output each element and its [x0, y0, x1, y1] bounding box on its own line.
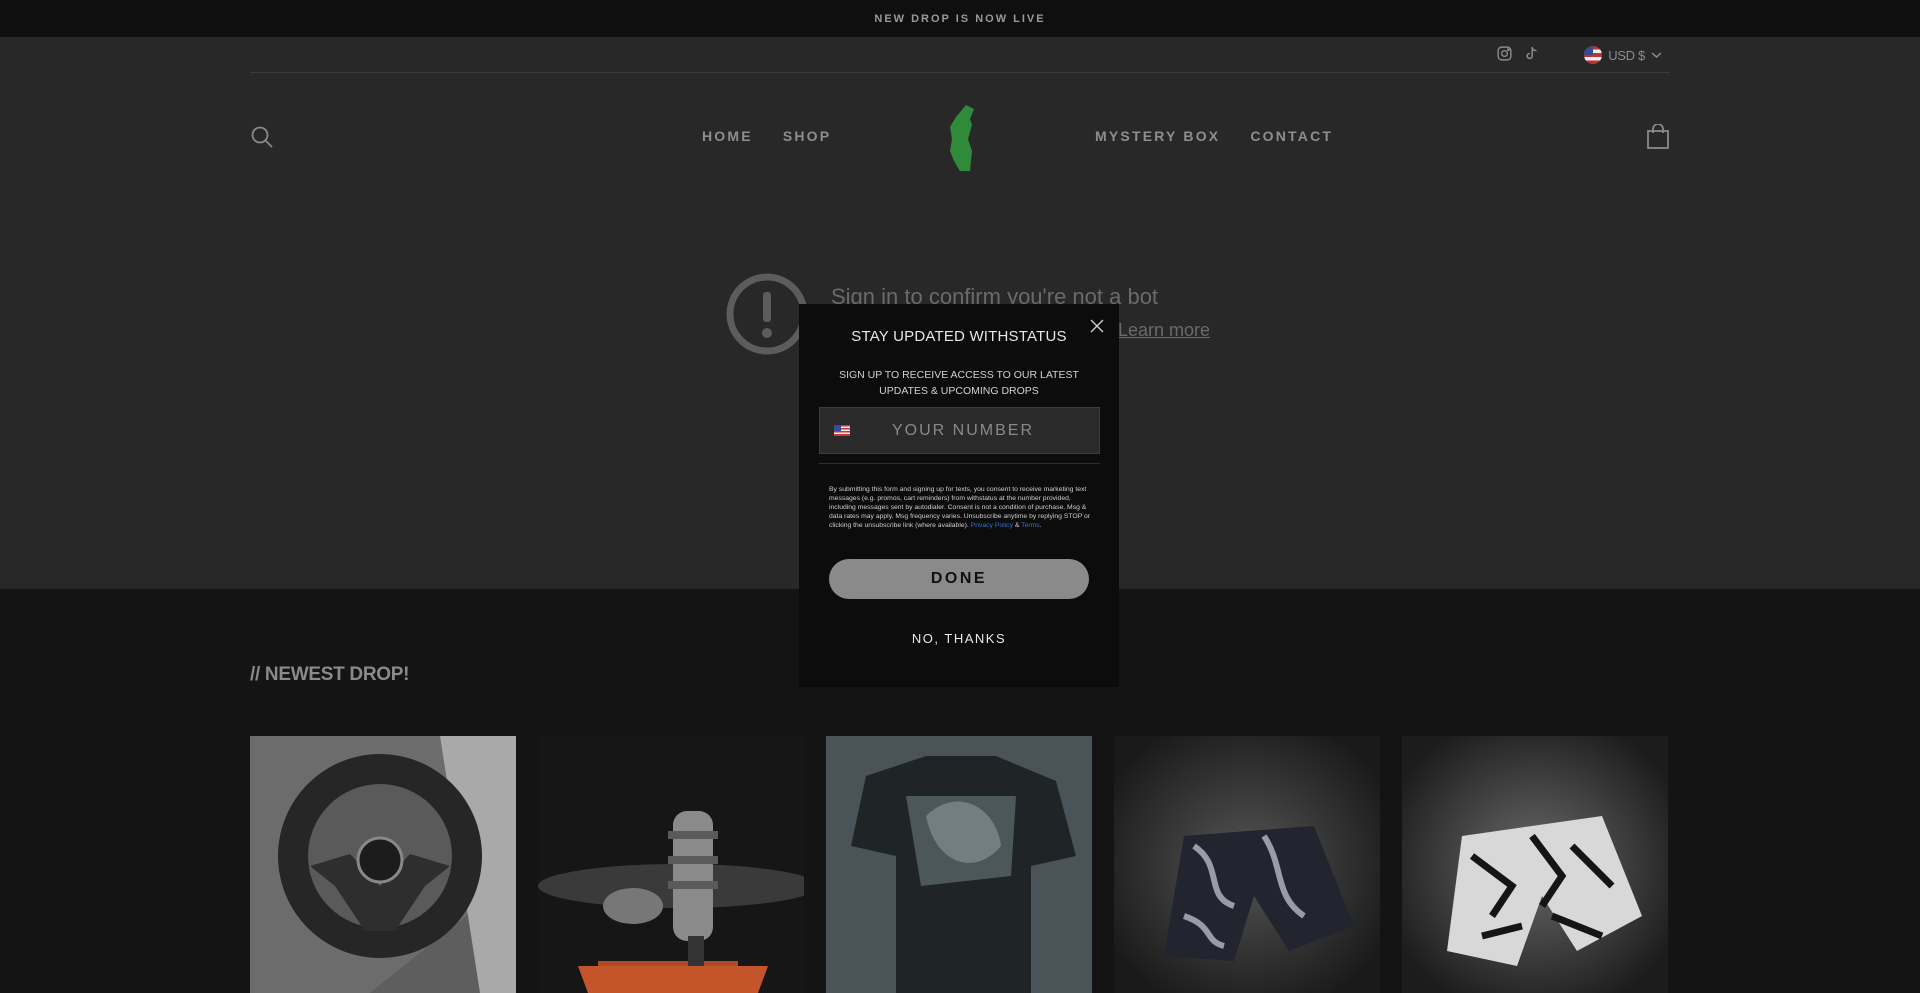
signup-popup: STAY UPDATED WITHSTATUS SIGN UP TO RECEI… [799, 304, 1119, 687]
popup-subtitle: SIGN UP TO RECEIVE ACCESS TO OUR LATEST … [839, 369, 1079, 397]
social-links [1496, 45, 1540, 62]
nav-mystery-box-link[interactable]: MYSTERY BOX [1095, 128, 1220, 144]
warning-icon [726, 273, 808, 355]
instagram-icon[interactable] [1496, 45, 1513, 62]
currency-label: USD $ [1608, 47, 1645, 63]
site-header: HOME SHOP MYSTERY BOX CONTACT [250, 95, 1670, 175]
newest-drop-heading: // NEWEST DROP! [250, 664, 410, 685]
nav-shop-link[interactable]: SHOP [783, 128, 831, 144]
popup-title: STAY UPDATED WITHSTATUS [851, 328, 1067, 345]
nav-left: HOME SHOP [702, 128, 831, 144]
search-icon[interactable] [250, 125, 274, 149]
announcement-bar: NEW DROP IS NOW LIVE [0, 0, 1920, 37]
product-image [250, 736, 516, 993]
chevron-down-icon [1651, 52, 1662, 59]
nav-home-link[interactable]: HOME [702, 128, 753, 144]
cart-icon[interactable] [1646, 124, 1670, 150]
privacy-policy-link[interactable]: Privacy Policy [971, 522, 1013, 529]
phone-input[interactable] [892, 421, 1092, 440]
us-flag-icon [1584, 46, 1603, 64]
product-card-shift-knob[interactable] [538, 736, 804, 993]
product-image [538, 736, 804, 993]
nav-contact-link[interactable]: CONTACT [1250, 128, 1333, 144]
legal-text: By submitting this form and signing up f… [829, 486, 1091, 529]
legal-amp: & [1012, 522, 1022, 529]
terms-link[interactable]: Terms [1021, 522, 1040, 529]
nav-right: MYSTERY BOX CONTACT [1095, 128, 1333, 144]
product-card-shorts-pattern[interactable] [1402, 736, 1668, 993]
no-thanks-button[interactable]: NO, THANKS [799, 631, 1119, 646]
divider [819, 463, 1100, 464]
currency-selector[interactable]: USD $ [1584, 46, 1662, 64]
product-card-steering-wheel[interactable] [250, 736, 516, 993]
product-grid [250, 736, 1670, 993]
product-card-tshirt[interactable] [826, 736, 1092, 993]
legal-disclaimer: By submitting this form and signing up f… [829, 485, 1091, 530]
utility-bar: USD $ [250, 37, 1670, 73]
product-image [826, 736, 1092, 993]
phone-field[interactable] [819, 407, 1100, 454]
brand-logo[interactable] [950, 105, 976, 171]
tiktok-icon[interactable] [1523, 45, 1540, 62]
product-image [1114, 736, 1380, 993]
legal-period: . [1039, 522, 1042, 529]
product-card-shorts-camo[interactable] [1114, 736, 1380, 993]
product-image [1402, 736, 1668, 993]
announcement-text: NEW DROP IS NOW LIVE [874, 12, 1046, 25]
learn-more-link[interactable]: Learn more [1118, 320, 1210, 341]
done-button[interactable]: DONE [829, 559, 1089, 599]
us-flag-icon[interactable] [834, 425, 850, 436]
